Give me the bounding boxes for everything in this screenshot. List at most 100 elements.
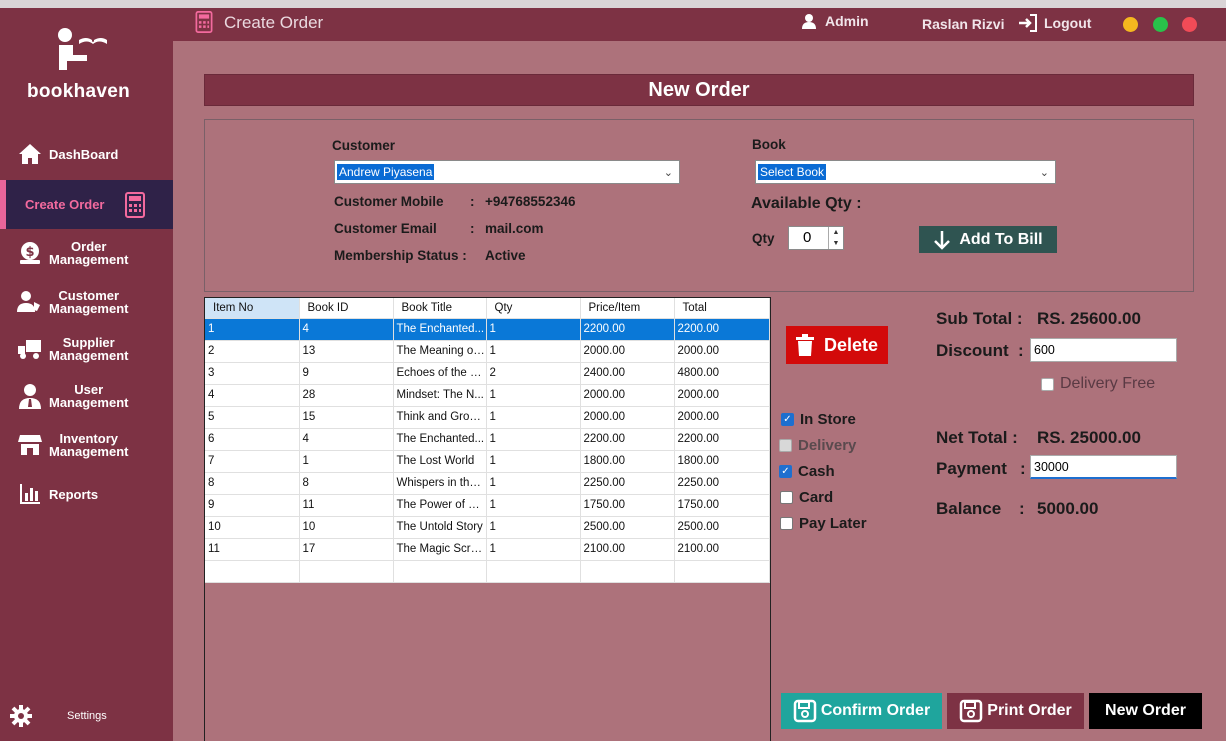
table-cell[interactable]: The Lost World bbox=[393, 450, 487, 473]
table-cell[interactable]: 1 bbox=[486, 494, 581, 517]
table-cell[interactable]: 4800.00 bbox=[674, 362, 770, 385]
table-cell[interactable]: 2000.00 bbox=[674, 384, 770, 407]
table-cell[interactable] bbox=[486, 560, 581, 583]
card-checkbox[interactable]: Card bbox=[780, 489, 833, 506]
customer-select[interactable]: Andrew Piyasena ⌄ bbox=[334, 160, 680, 184]
table-cell[interactable]: 2200.00 bbox=[580, 318, 675, 341]
table-cell[interactable]: 1 bbox=[486, 538, 581, 561]
sidebar-item-dashboard[interactable]: DashBoard bbox=[0, 139, 173, 169]
table-cell[interactable]: The Enchanted... bbox=[393, 318, 487, 341]
table-cell[interactable]: 9 bbox=[299, 362, 394, 385]
table-row[interactable]: 10 10 The Untold Story 1 2500.00 2500.00 bbox=[205, 516, 770, 539]
table-cell[interactable]: 1750.00 bbox=[674, 494, 770, 517]
table-cell[interactable]: 1750.00 bbox=[580, 494, 675, 517]
table-cell[interactable]: 1 bbox=[486, 472, 581, 495]
table-cell[interactable] bbox=[299, 560, 394, 583]
table-cell[interactable]: 1 bbox=[486, 340, 581, 363]
table-cell[interactable] bbox=[580, 560, 675, 583]
table-cell[interactable]: 2 bbox=[205, 340, 300, 363]
table-cell[interactable]: 2250.00 bbox=[580, 472, 675, 495]
sidebar-item-reports[interactable]: Reports bbox=[0, 480, 173, 508]
new-order-button[interactable]: New Order bbox=[1089, 693, 1202, 729]
table-cell[interactable]: 10 bbox=[205, 516, 300, 539]
stepper-buttons[interactable]: ▲ ▼ bbox=[828, 227, 843, 249]
table-cell[interactable]: The Untold Story bbox=[393, 516, 487, 539]
quantity-stepper[interactable]: 0 ▲ ▼ bbox=[788, 226, 844, 250]
table-cell[interactable]: 11 bbox=[205, 538, 300, 561]
table-cell[interactable] bbox=[674, 560, 770, 583]
table-row[interactable]: 2 13 The Meaning of... 1 2000.00 2000.00 bbox=[205, 340, 770, 363]
book-select[interactable]: Select Book ⌄ bbox=[755, 160, 1056, 184]
confirm-order-button[interactable]: Confirm Order bbox=[781, 693, 942, 729]
table-cell[interactable]: Think and Grow... bbox=[393, 406, 487, 429]
table-cell[interactable]: 1800.00 bbox=[580, 450, 675, 473]
sidebar-item-inventory-management[interactable]: Inventory Management bbox=[0, 430, 173, 460]
table-cell[interactable]: Mindset: The N... bbox=[393, 384, 487, 407]
table-cell[interactable]: The Meaning of... bbox=[393, 340, 487, 363]
table-cell[interactable]: The Power of H... bbox=[393, 494, 487, 517]
table-cell[interactable]: 2000.00 bbox=[674, 406, 770, 429]
close-button[interactable] bbox=[1182, 17, 1197, 32]
table-cell[interactable]: 1 bbox=[486, 318, 581, 341]
table-cell[interactable]: 1 bbox=[486, 516, 581, 539]
delete-button[interactable]: Delete bbox=[786, 326, 888, 364]
table-row[interactable]: 6 4 The Enchanted... 1 2200.00 2200.00 bbox=[205, 428, 770, 451]
table-cell[interactable]: 2200.00 bbox=[580, 428, 675, 451]
table-new-row[interactable] bbox=[205, 560, 770, 583]
column-header[interactable]: Total bbox=[674, 298, 770, 319]
table-cell[interactable]: 2200.00 bbox=[674, 428, 770, 451]
in-store-checkbox[interactable]: ✓ In Store bbox=[781, 411, 856, 428]
column-header[interactable]: Item No bbox=[205, 298, 300, 319]
table-row[interactable]: 7 1 The Lost World 1 1800.00 1800.00 bbox=[205, 450, 770, 473]
pay-later-checkbox[interactable]: Pay Later bbox=[780, 515, 867, 532]
table-row[interactable]: 5 15 Think and Grow... 1 2000.00 2000.00 bbox=[205, 406, 770, 429]
table-cell[interactable]: The Enchanted... bbox=[393, 428, 487, 451]
table-cell[interactable]: 15 bbox=[299, 406, 394, 429]
add-to-bill-button[interactable]: Add To Bill bbox=[919, 226, 1057, 253]
table-cell[interactable]: Whispers in the ... bbox=[393, 472, 487, 495]
table-cell[interactable]: 1 bbox=[486, 384, 581, 407]
table-cell[interactable]: 2100.00 bbox=[580, 538, 675, 561]
table-cell[interactable]: 2000.00 bbox=[580, 340, 675, 363]
table-cell[interactable]: 2200.00 bbox=[674, 318, 770, 341]
table-row[interactable]: 4 28 Mindset: The N... 1 2000.00 2000.00 bbox=[205, 384, 770, 407]
table-cell[interactable]: 4 bbox=[205, 384, 300, 407]
column-header[interactable]: Book ID bbox=[299, 298, 394, 319]
table-cell[interactable]: 1 bbox=[486, 428, 581, 451]
table-cell[interactable]: 1800.00 bbox=[674, 450, 770, 473]
table-cell[interactable]: 1 bbox=[486, 450, 581, 473]
table-cell[interactable]: 2400.00 bbox=[580, 362, 675, 385]
table-cell[interactable]: 4 bbox=[299, 318, 394, 341]
sidebar-item-create-order[interactable]: Create Order bbox=[0, 180, 173, 229]
logout-button[interactable]: Logout bbox=[1018, 14, 1091, 32]
sidebar-item-user-management[interactable]: User Management bbox=[0, 381, 173, 411]
table-cell[interactable]: 9 bbox=[205, 494, 300, 517]
table-cell[interactable]: 2100.00 bbox=[674, 538, 770, 561]
table-cell[interactable] bbox=[393, 560, 487, 583]
print-order-button[interactable]: Print Order bbox=[947, 693, 1084, 729]
table-cell[interactable]: 2500.00 bbox=[580, 516, 675, 539]
column-header[interactable]: Qty bbox=[486, 298, 581, 319]
delivery-free-checkbox[interactable]: Delivery Free bbox=[1041, 375, 1155, 393]
table-cell[interactable]: 8 bbox=[299, 472, 394, 495]
table-cell[interactable]: 2500.00 bbox=[674, 516, 770, 539]
table-cell[interactable]: 4 bbox=[299, 428, 394, 451]
column-header[interactable]: Book Title bbox=[393, 298, 487, 319]
table-cell[interactable]: 17 bbox=[299, 538, 394, 561]
table-cell[interactable]: 11 bbox=[299, 494, 394, 517]
table-row[interactable]: 11 17 The Magic Scrolls 1 2100.00 2100.00 bbox=[205, 538, 770, 561]
cash-checkbox[interactable]: ✓ Cash bbox=[779, 463, 835, 480]
table-cell[interactable]: 1 bbox=[486, 406, 581, 429]
sidebar-item-customer-management[interactable]: Customer Management bbox=[0, 287, 173, 317]
table-row[interactable]: 9 11 The Power of H... 1 1750.00 1750.00 bbox=[205, 494, 770, 517]
table-row[interactable]: 1 4 The Enchanted... 1 2200.00 2200.00 bbox=[205, 318, 770, 341]
table-cell[interactable]: 3 bbox=[205, 362, 300, 385]
table-cell[interactable]: The Magic Scrolls bbox=[393, 538, 487, 561]
table-cell[interactable]: Echoes of the P... bbox=[393, 362, 487, 385]
settings-button[interactable]: Settings bbox=[10, 705, 107, 727]
table-cell[interactable]: 5 bbox=[205, 406, 300, 429]
table-cell[interactable]: 28 bbox=[299, 384, 394, 407]
delivery-checkbox[interactable]: Delivery bbox=[779, 437, 856, 454]
sidebar-item-order-management[interactable]: $ Order Management bbox=[0, 238, 173, 268]
table-cell[interactable]: 1 bbox=[205, 318, 300, 341]
